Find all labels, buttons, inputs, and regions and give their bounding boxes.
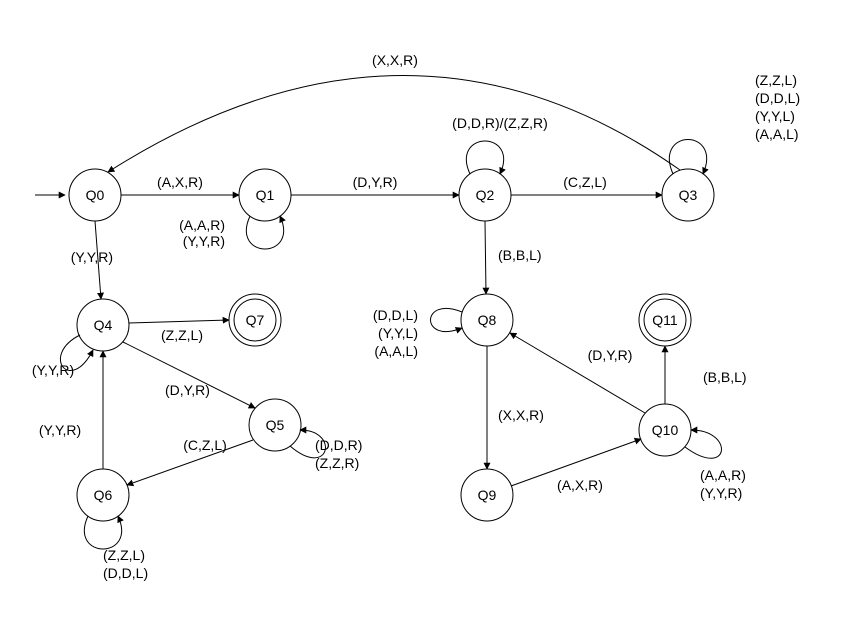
state-label-q5: Q5	[266, 417, 285, 433]
state-label-q1: Q1	[256, 187, 275, 203]
loop-label-q8-c: (A,A,L)	[374, 343, 418, 359]
state-q2: Q2	[459, 169, 511, 221]
edge-q3-q0	[108, 75, 680, 172]
state-label-q2: Q2	[476, 187, 495, 203]
state-label-q3: Q3	[679, 187, 698, 203]
loop-label-q3-d: (A,A,L)	[755, 126, 799, 142]
state-label-q7: Q7	[246, 312, 265, 328]
state-label-q10: Q10	[652, 422, 679, 438]
loop-label-q8-a: (D,D,L)	[373, 307, 418, 323]
edge-label-q3-q0: (X,X,R)	[372, 52, 418, 68]
state-q7: Q7	[229, 294, 281, 346]
loop-label-q6-b: (D,D,L)	[103, 565, 148, 581]
edge-q10-q8	[510, 333, 645, 413]
edge-label-q0-q4: (Y,Y,R)	[71, 249, 113, 265]
edge-label-q4-q7: (Z,Z,L)	[161, 327, 203, 343]
loop-label-q10-b: (Y,Y,R)	[700, 485, 742, 501]
state-q11: Q11	[639, 294, 691, 346]
edge-label-q8-q9: (X,X,R)	[498, 407, 544, 423]
edge-label-q6-q4: (Y,Y,R)	[39, 422, 81, 438]
state-q1: Q1	[239, 169, 291, 221]
edge-label-q4-q5: (D,Y,R)	[165, 382, 210, 398]
loop-label-q5-b: (Z,Z,R)	[315, 455, 359, 471]
loop-label-q3-a: (Z,Z,L)	[755, 72, 797, 88]
loop-label-q5-a: (D,D,R)	[315, 437, 362, 453]
edge-label-q2-q3: (C,Z,L)	[563, 174, 607, 190]
state-q8: Q8	[461, 294, 513, 346]
edge-label-q9-q10: (A,X,R)	[557, 477, 603, 493]
turing-machine-diagram: Q0 Q1 Q2 Q3 Q4 Q5 Q6 Q7 Q8 Q9 Q10 Q11 (A…	[0, 0, 864, 624]
edge-label-q0-q1: (A,X,R)	[157, 174, 203, 190]
edge-q2-q8	[485, 221, 486, 294]
loop-label-q10-a: (A,A,R)	[700, 467, 746, 483]
state-q5: Q5	[249, 399, 301, 451]
state-q9: Q9	[461, 469, 513, 521]
edge-label-q2-q8: (B,B,L)	[498, 247, 542, 263]
state-q0: Q0	[69, 169, 121, 221]
loop-q8	[431, 308, 463, 331]
state-label-q9: Q9	[478, 487, 497, 503]
edge-q4-q5	[123, 342, 255, 408]
state-label-q11: Q11	[652, 312, 678, 328]
loop-label-q3-b: (D,D,L)	[755, 90, 800, 106]
loop-label-q4: (Y,Y,R)	[32, 362, 74, 378]
state-q6: Q6	[77, 469, 129, 521]
loop-label-q8-b: (Y,Y,L)	[378, 325, 418, 341]
loop-label-q1-b: (Y,Y,R)	[183, 233, 225, 249]
loop-label-q2: (D,D,R)/(Z,Z,R)	[452, 115, 548, 131]
loop-label-q6-a: (Z,Z,L)	[103, 547, 145, 563]
edge-q4-q7	[129, 320, 229, 323]
loop-label-q1-a: (A,A,R)	[179, 217, 225, 233]
state-q4: Q4	[77, 299, 129, 351]
state-label-q8: Q8	[478, 312, 497, 328]
state-label-q0: Q0	[86, 187, 105, 203]
edge-label-q10-q8: (D,Y,R)	[588, 347, 633, 363]
state-label-q4: Q4	[94, 317, 113, 333]
state-q10: Q10	[639, 404, 691, 456]
loop-label-q3-c: (Y,Y,L)	[755, 108, 795, 124]
edge-label-q1-q2: (D,Y,R)	[353, 174, 398, 190]
state-label-q6: Q6	[94, 487, 113, 503]
state-q3: Q3	[662, 169, 714, 221]
edge-label-q5-q6: (C,Z,L)	[183, 437, 227, 453]
edge-label-q10-q11: (B,B,L)	[703, 369, 747, 385]
